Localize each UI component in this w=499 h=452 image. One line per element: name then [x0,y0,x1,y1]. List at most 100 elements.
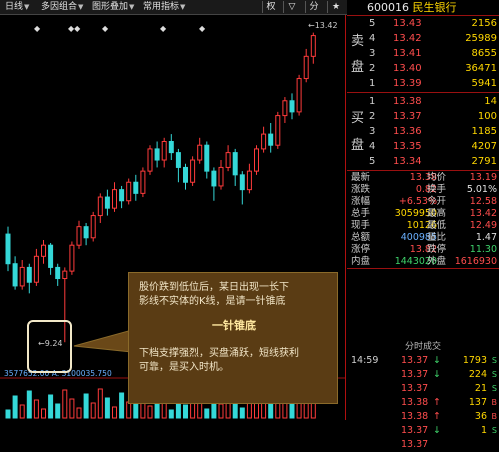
tick-arrow: ↑ [433,397,441,408]
stat-label: 内盘 [351,256,371,267]
level-price: 13.37 [393,111,422,122]
stat-row: 涨跌 0.82 换手 5.01% [347,184,499,196]
tick-price: 13.37 [401,425,429,436]
stat-value: 1616930 [454,256,497,267]
order-level-row[interactable]: 2 13.40 36471 [347,61,499,76]
stock-code: 600016 [367,1,409,14]
tick-row: 13.37 ↓ 1 S [347,424,499,438]
level-number: 5 [369,156,376,167]
stat-value: 11.30 [469,244,497,255]
level-number: 4 [369,141,376,152]
level-volume: 5941 [471,78,497,89]
tick-row: 14:59 13.37 ↓ 1793 S [347,354,499,368]
level-number: 4 [369,33,376,44]
tick-arrow: ↑ [433,411,441,422]
tick-arrow: ↓ [433,369,441,380]
callout-line: 股价跌到低位后，某日出现一长下 [139,282,289,293]
stat-value: 1.47 [475,232,497,243]
stat-label: 跌停 [427,244,447,255]
level-price: 13.41 [393,48,422,59]
stock-title[interactable]: 600016 民生银行 [347,0,499,15]
tick-row: 13.38 ↑ 137 B [347,396,499,410]
stat-label: 今开 [427,196,447,207]
stat-value: 5.01% [466,184,497,195]
level-price: 13.34 [393,156,422,167]
stock-name: 民生银行 [412,1,457,14]
order-level-row[interactable]: 5 13.43 2156 [347,16,499,31]
order-level-row[interactable]: 1 13.38 14 [347,94,499,109]
stat-label: 涨停 [351,244,371,255]
tick-volume: 21 [474,383,487,394]
level-price: 13.38 [393,96,422,107]
stat-label: 涨幅 [351,196,371,207]
stat-row: 涨幅 +6.53% 今开 12.58 [347,196,499,208]
order-level-row[interactable]: 2 13.37 100 [347,109,499,124]
level-number: 2 [369,63,376,74]
callout-line: 可靠，是买入时机。 [139,362,229,373]
level-price: 13.42 [393,33,422,44]
callout-line: 影线不实体的K线，是请一针锥底 [139,296,286,307]
level-price: 13.40 [393,63,422,74]
level-price: 13.43 [393,18,422,29]
tick-arrow: ↓ [433,425,441,436]
level-volume: 14 [484,96,497,107]
stat-label: 总手 [351,208,371,219]
level-volume: 100 [477,111,497,122]
tick-row: 13.37 [347,438,499,452]
level-volume: 2791 [471,156,497,167]
level-price: 13.36 [393,126,422,137]
stat-row: 总手 3059950 最高 13.42 [347,208,499,220]
tick-row: 13.38 ↑ 36 B [347,410,499,424]
order-level-row[interactable]: 3 13.36 1185 [347,124,499,139]
stat-label: 现手 [351,220,371,231]
stat-label: 均价 [427,172,447,183]
stat-row: 涨停 13.82 跌停 11.30 [347,244,499,256]
order-level-row[interactable]: 4 13.42 25989 [347,31,499,46]
order-level-row[interactable]: 5 13.34 2791 [347,154,499,169]
stat-value: 12.49 [469,220,497,231]
stat-row: 总额 400985 量比 1.47 [347,232,499,244]
tick-side: B [491,412,498,421]
level-price: 13.39 [393,78,422,89]
level-volume: 1185 [471,126,497,137]
stat-row: 现手 10126 最低 12.49 [347,220,499,232]
order-level-row[interactable]: 1 13.39 5941 [347,76,499,91]
tick-side: S [491,356,497,365]
tick-side: B [491,398,498,407]
trading-terminal: { "toolbar": { "items": ["日线", "多因组合", "… [0,0,499,450]
tick-price: 13.37 [401,439,429,450]
annotation-callout: 股价跌到低位后，某日出现一长下 影线不实体的K线，是请一针锥底 一针锥底 下档支… [128,272,338,404]
stat-label: 最高 [427,208,447,219]
callout-line: 下档支撑强烈，买盘涌跃，短线获利 [139,348,299,359]
tick-side: S [491,370,497,379]
order-level-row[interactable]: 3 13.41 8655 [347,46,499,61]
level-number: 3 [369,126,376,137]
tick-side: S [491,426,497,435]
tick-volume: 1793 [462,355,487,366]
tick-side: S [491,384,497,393]
stat-label: 量比 [427,232,447,243]
level-volume: 2156 [471,18,497,29]
stat-label: 最新 [351,172,371,183]
tick-arrow: ↓ [433,355,441,366]
level-volume: 36471 [465,63,497,74]
level-number: 1 [369,96,376,107]
stat-label: 最低 [427,220,447,231]
divider [347,268,499,269]
level-number: 5 [369,18,376,29]
level-volume: 25989 [465,33,497,44]
level-volume: 4207 [471,141,497,152]
tick-volume: 1 [480,425,487,436]
tick-row: 13.37 ↓ 224 S [347,368,499,382]
stat-row: 最新 13.38 均价 13.19 [347,172,499,184]
tick-price: 13.38 [401,411,429,422]
stat-row: 内盘 1443020 外盘 1616930 [347,256,499,268]
level-number: 2 [369,111,376,122]
level-number: 1 [369,78,376,89]
tick-volume: 36 [474,411,487,422]
tick-volume: 224 [468,369,487,380]
stat-value: 13.19 [469,172,497,183]
stat-value: 13.42 [469,208,497,219]
level-price: 13.35 [393,141,422,152]
order-level-row[interactable]: 4 13.35 4207 [347,139,499,154]
